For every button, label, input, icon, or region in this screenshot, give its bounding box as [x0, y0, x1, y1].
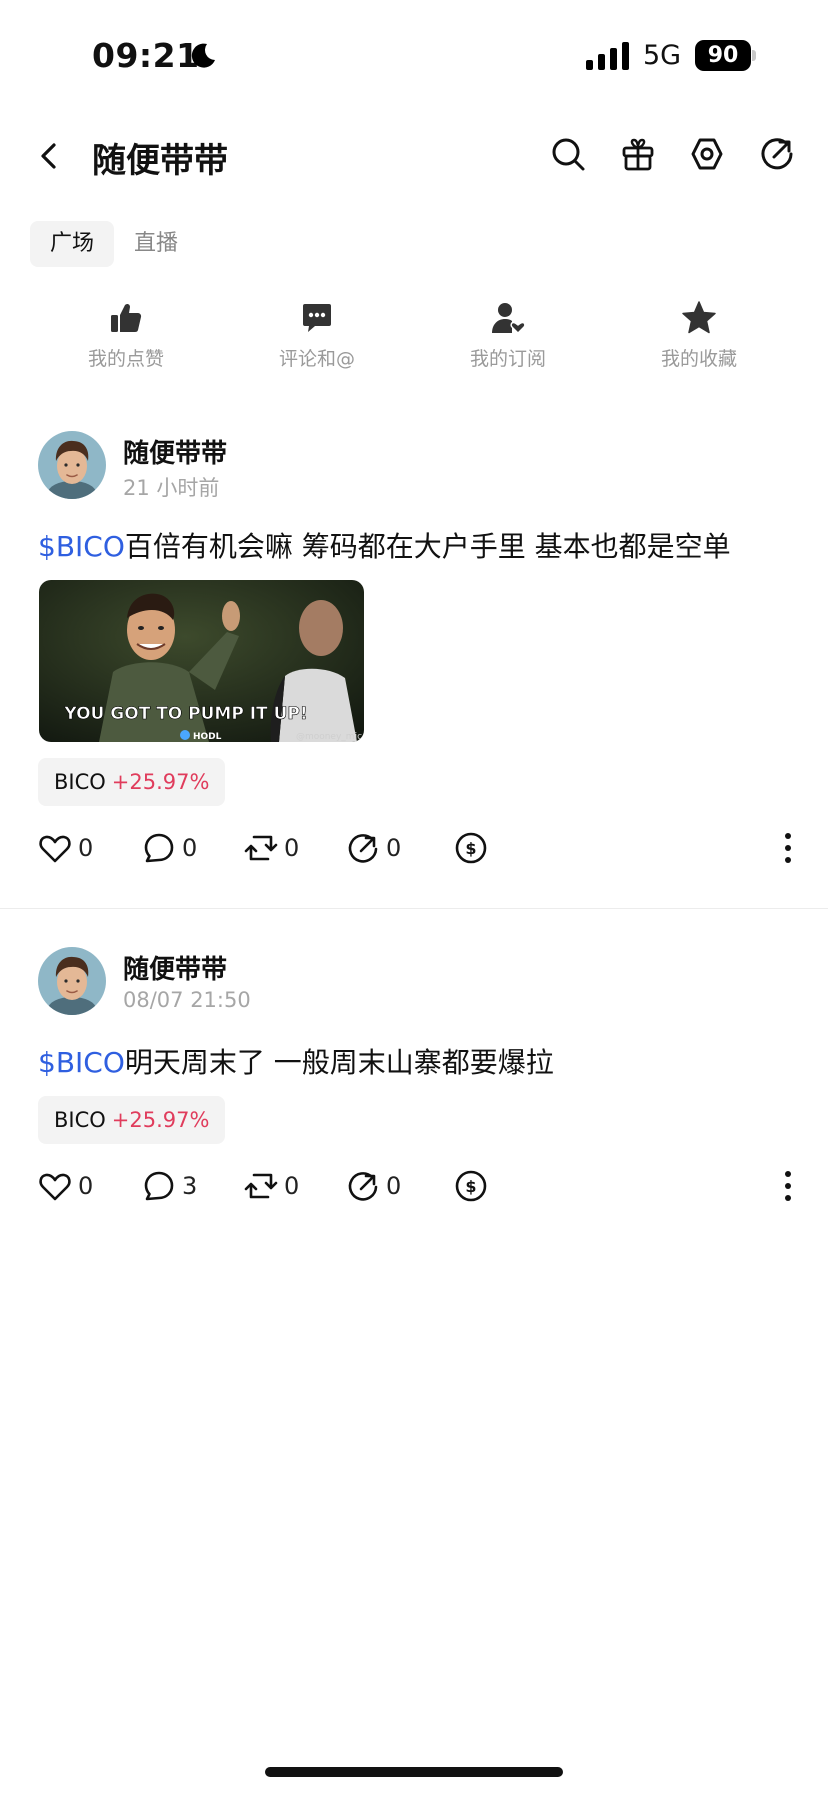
token-symbol: BICO: [54, 770, 106, 794]
post-image[interactable]: YOU GOT TO PUMP IT UP! HODL @mooney_mic: [39, 580, 364, 742]
nav-bar: 随便带带: [0, 120, 828, 196]
meme-image: YOU GOT TO PUMP IT UP! HODL @mooney_mic: [39, 580, 364, 742]
my-subscriptions-button[interactable]: 我的订阅: [433, 300, 583, 371]
post-actions: 0 0 0 0 $: [38, 828, 798, 868]
gift-icon[interactable]: [618, 134, 658, 174]
cashtag-link[interactable]: $BICO: [38, 1046, 125, 1079]
more-options-icon[interactable]: [778, 1166, 798, 1206]
battery-level: 90: [695, 40, 751, 71]
page-title: 随便带带: [92, 141, 228, 181]
token-change: +25.97%: [111, 1108, 210, 1132]
avatar-image: [38, 947, 106, 1015]
avatar[interactable]: [38, 947, 106, 1015]
comments-mentions-button[interactable]: 评论和@: [242, 300, 392, 371]
battery-icon: 90: [695, 40, 757, 71]
tip-button[interactable]: $: [454, 828, 488, 868]
like-button[interactable]: 0: [38, 828, 93, 868]
share-arrow-icon: [348, 1172, 378, 1201]
post-body: 明天周末了 一般周末山寨都要爆拉: [124, 1046, 554, 1079]
share-count: 0: [386, 834, 402, 862]
my-likes-button[interactable]: 我的点赞: [51, 300, 201, 371]
thumbs-up-icon: [111, 303, 142, 332]
share-count: 0: [386, 1172, 402, 1200]
token-tag[interactable]: BICO +25.97%: [38, 758, 226, 806]
repost-icon: [244, 1173, 278, 1199]
quick-action-label: 我的点赞: [87, 348, 164, 370]
comment-button[interactable]: 3: [142, 1166, 197, 1206]
share-arrow-icon: [348, 834, 378, 863]
meme-caption: YOU GOT TO PUMP IT UP!: [63, 704, 307, 724]
quick-action-label: 评论和@: [278, 348, 355, 370]
comment-count: 0: [182, 834, 198, 862]
like-count: 0: [78, 834, 94, 862]
post-time: 08/07 21:50: [123, 988, 251, 1012]
share-icon[interactable]: [757, 134, 797, 174]
token-change: +25.97%: [111, 770, 210, 794]
quick-action-label: 我的收藏: [660, 348, 737, 370]
network-type: 5G: [643, 40, 682, 71]
repost-button[interactable]: 0: [244, 828, 299, 868]
tab-live[interactable]: 直播: [114, 221, 198, 267]
comment-count: 3: [182, 1172, 198, 1200]
star-icon: [682, 301, 716, 334]
moon-icon: [191, 43, 215, 68]
avatar[interactable]: [38, 431, 106, 499]
meme-watermark: @mooney_mic: [296, 732, 362, 742]
post-body: 百倍有机会嘛 筹码都在大户手里 基本也都是空单: [124, 530, 731, 563]
author-name[interactable]: 随便带带: [123, 433, 227, 470]
post-divider: [0, 908, 828, 909]
share-button[interactable]: 0: [346, 828, 401, 868]
comment-icon: [303, 304, 331, 332]
token-tag[interactable]: BICO +25.97%: [38, 1096, 226, 1144]
meme-badge: HODL: [193, 732, 222, 742]
post-text: $BICO百倍有机会嘛 筹码都在大户手里 基本也都是空单: [38, 525, 731, 565]
heart-icon: [39, 835, 71, 863]
repost-count: 0: [284, 834, 300, 862]
heart-icon: [39, 1173, 71, 1201]
comment-button[interactable]: 0: [142, 828, 197, 868]
svg-text:$: $: [465, 839, 476, 858]
home-indicator[interactable]: [265, 1767, 563, 1777]
quick-actions: 我的点赞 评论和@ 我的订阅 我的收藏: [0, 300, 828, 374]
share-button[interactable]: 0: [346, 1166, 401, 1206]
signal-icon: [586, 42, 629, 70]
settings-icon[interactable]: [687, 134, 727, 174]
comment-bubble-icon: [144, 833, 174, 863]
tab-bar: 广场 直播: [30, 221, 198, 267]
cashtag-link[interactable]: $BICO: [38, 530, 125, 563]
my-favorites-button[interactable]: 我的收藏: [624, 300, 774, 371]
tab-square[interactable]: 广场: [30, 221, 115, 267]
quick-action-label: 我的订阅: [469, 348, 546, 370]
token-symbol: BICO: [54, 1108, 106, 1132]
like-button[interactable]: 0: [38, 1166, 93, 1206]
back-button[interactable]: [30, 136, 70, 176]
more-options-icon[interactable]: [778, 828, 798, 868]
status-bar: 09:21 5G 90: [0, 0, 828, 110]
screen: 09:21 5G 90 随便带带 广场 直播 我的点赞 评论和@ 我的订阅 我的…: [0, 0, 828, 1795]
tip-button[interactable]: $: [454, 1166, 488, 1206]
like-count: 0: [78, 1172, 94, 1200]
repost-icon: [244, 835, 278, 861]
author-name[interactable]: 随便带带: [123, 949, 227, 986]
repost-count: 0: [284, 1172, 300, 1200]
dollar-coin-icon: $: [455, 832, 487, 864]
post-actions: 0 3 0 0 $: [38, 1166, 798, 1206]
status-time: 09:21: [92, 36, 200, 75]
post-time: 21 小时前: [123, 476, 220, 500]
repost-button[interactable]: 0: [244, 1166, 299, 1206]
post-text: $BICO明天周末了 一般周末山寨都要爆拉: [38, 1041, 554, 1081]
avatar-image: [38, 431, 106, 499]
comment-bubble-icon: [144, 1171, 174, 1201]
svg-text:$: $: [465, 1177, 476, 1196]
battery-cap: [752, 50, 756, 61]
subscribe-user-icon: [492, 303, 526, 334]
search-icon[interactable]: [548, 134, 588, 174]
dollar-coin-icon: $: [455, 1170, 487, 1202]
